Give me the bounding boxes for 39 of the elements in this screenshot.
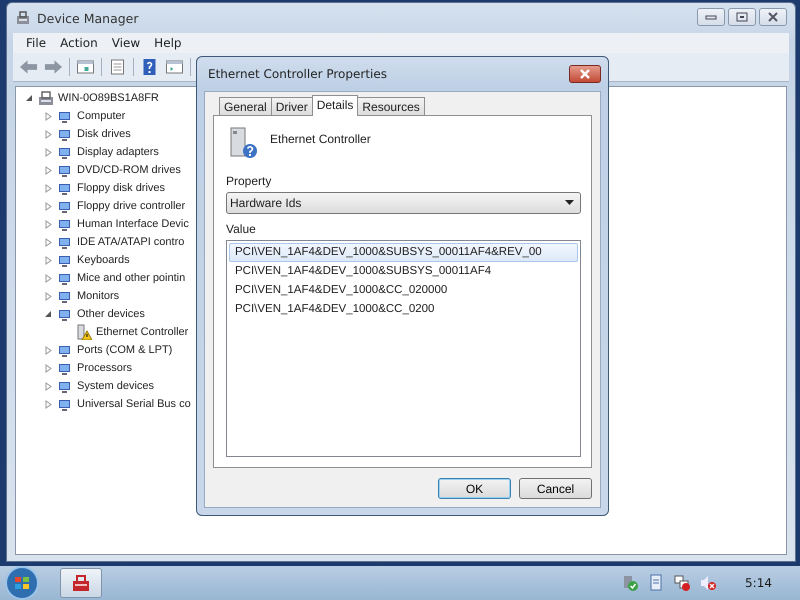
tree-item[interactable]: Ethernet Controller bbox=[96, 326, 188, 338]
tree-item[interactable]: Other devices bbox=[77, 308, 145, 320]
menu-item[interactable]: File bbox=[19, 36, 54, 50]
dialog-title: Ethernet Controller Properties bbox=[207, 67, 387, 81]
tree-item[interactable]: Mice and other pointin bbox=[77, 272, 186, 284]
tab[interactable]: Details bbox=[312, 95, 358, 116]
list-item[interactable]: PCI\VEN_1AF4&DEV_1000&CC_0200 bbox=[229, 300, 578, 319]
tree-item[interactable]: Computer bbox=[77, 110, 126, 122]
property-dropdown[interactable]: Hardware Ids bbox=[226, 192, 581, 214]
tree-item[interactable]: DVD/CD-ROM drives bbox=[77, 164, 181, 176]
menu-item[interactable]: View bbox=[104, 36, 148, 50]
tree-item[interactable]: Human Interface Devic bbox=[77, 218, 189, 230]
tree-item[interactable]: WIN-0O89BS1A8FR bbox=[58, 92, 159, 104]
menu-item[interactable]: Action bbox=[53, 36, 105, 50]
tab[interactable]: General bbox=[219, 97, 272, 115]
ok-button[interactable]: OK bbox=[438, 478, 511, 499]
device-name: Ethernet Controller bbox=[270, 132, 371, 146]
tree-item[interactable]: IDE ATA/ATAPI contro bbox=[77, 236, 184, 248]
tree-item[interactable]: Ports (COM & LPT) bbox=[77, 344, 172, 356]
tree-item[interactable]: Floppy disk drives bbox=[77, 182, 166, 194]
tree-item[interactable]: Keyboards bbox=[77, 254, 130, 266]
list-item[interactable]: PCI\VEN_1AF4&DEV_1000&CC_020000 bbox=[229, 281, 578, 300]
value-label: Value bbox=[226, 222, 256, 236]
list-item[interactable]: PCI\VEN_1AF4&DEV_1000&SUBSYS_00011AF4 bbox=[229, 262, 578, 281]
list-item[interactable]: PCI\VEN_1AF4&DEV_1000&SUBSYS_00011AF4&REV_00 bbox=[229, 243, 578, 262]
tab[interactable]: Driver bbox=[270, 97, 313, 115]
tree-item[interactable]: System devices bbox=[77, 380, 154, 392]
cancel-button[interactable]: Cancel bbox=[519, 478, 592, 499]
tree-item[interactable]: Display adapters bbox=[77, 146, 159, 158]
menu-item[interactable]: Help bbox=[147, 36, 189, 50]
tree-item[interactable]: Monitors bbox=[77, 290, 120, 302]
property-label: Property bbox=[226, 174, 272, 188]
window-title: Device Manager bbox=[37, 10, 139, 26]
tree-item[interactable]: Universal Serial Bus co bbox=[77, 398, 191, 410]
tree-item[interactable]: Floppy drive controller bbox=[77, 200, 186, 212]
tree-item[interactable]: Disk drives bbox=[77, 128, 131, 140]
tree-item[interactable]: Processors bbox=[77, 362, 132, 374]
tab[interactable]: Resources bbox=[357, 97, 425, 115]
clock: 5:14 bbox=[745, 576, 772, 590]
